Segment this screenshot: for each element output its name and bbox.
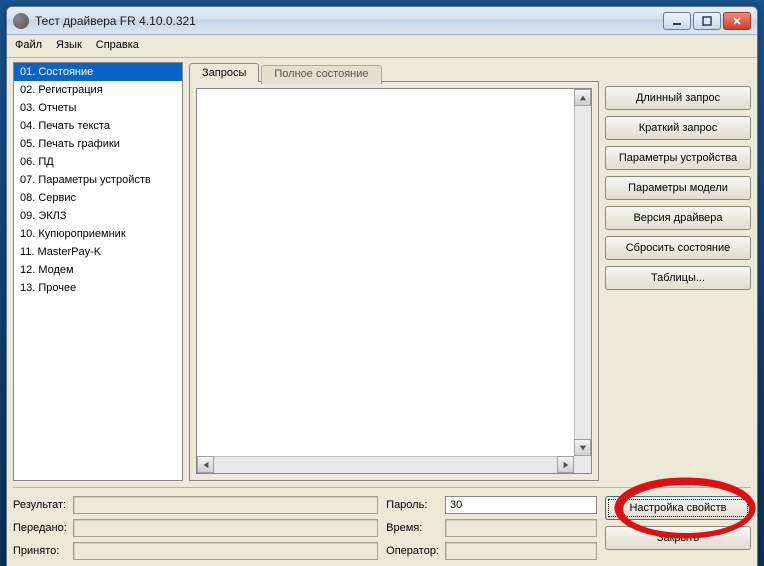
maximize-button[interactable] xyxy=(693,12,721,30)
close-app-button[interactable]: Закрыть xyxy=(605,526,751,550)
password-label: Пароль: xyxy=(386,499,439,511)
driver-version-button[interactable]: Версия драйвера xyxy=(605,206,751,230)
window-controls xyxy=(663,12,751,30)
list-item[interactable]: 12. Модем xyxy=(14,261,182,279)
time-label: Время: xyxy=(386,522,439,534)
horizontal-scrollbar[interactable] xyxy=(197,456,574,473)
menu-help[interactable]: Справка xyxy=(96,39,139,51)
titlebar[interactable]: Тест драйвера FR 4.10.0.321 xyxy=(7,7,757,35)
vertical-scrollbar[interactable] xyxy=(574,89,591,456)
app-window: Тест драйвера FR 4.10.0.321 Файл Язык Сп… xyxy=(6,6,758,566)
received-label: Принято: xyxy=(13,545,67,557)
output-textarea[interactable] xyxy=(196,88,592,474)
list-item[interactable]: 13. Прочее xyxy=(14,279,182,297)
category-list[interactable]: 01. Состояние02. Регистрация03. Отчеты04… xyxy=(13,62,183,481)
tables-button[interactable]: Таблицы... xyxy=(605,266,751,290)
list-item[interactable]: 08. Сервис xyxy=(14,189,182,207)
password-input[interactable] xyxy=(445,496,597,514)
footer-middle: Пароль: Время: Оператор: xyxy=(386,496,597,560)
list-item[interactable]: 10. Купюроприемник xyxy=(14,225,182,243)
scroll-up-icon[interactable] xyxy=(574,89,591,106)
device-params-button[interactable]: Параметры устройства xyxy=(605,146,751,170)
model-params-button[interactable]: Параметры модели xyxy=(605,176,751,200)
tab-content xyxy=(189,81,599,481)
tab-requests[interactable]: Запросы xyxy=(189,63,259,82)
client-area: 01. Состояние02. Регистрация03. Отчеты04… xyxy=(7,58,757,566)
list-item[interactable]: 06. ПД xyxy=(14,153,182,171)
menu-file[interactable]: Файл xyxy=(15,39,42,51)
action-buttons: Длинный запрос Краткий запрос Параметры … xyxy=(605,62,751,481)
sent-label: Передано: xyxy=(13,522,67,534)
close-button[interactable] xyxy=(723,12,751,30)
scroll-corner xyxy=(574,456,591,473)
sent-field xyxy=(73,519,378,537)
menu-language[interactable]: Язык xyxy=(56,39,82,51)
scroll-down-icon[interactable] xyxy=(574,439,591,456)
reset-state-button[interactable]: Сбросить состояние xyxy=(605,236,751,260)
scroll-left-icon[interactable] xyxy=(197,456,214,473)
time-field xyxy=(445,519,597,537)
tab-full-state[interactable]: Полное состояние xyxy=(261,65,381,84)
result-field xyxy=(73,496,378,514)
list-item[interactable]: 05. Печать графики xyxy=(14,135,182,153)
result-label: Результат: xyxy=(13,499,67,511)
tab-strip: Запросы Полное состояние xyxy=(189,63,599,82)
scroll-right-icon[interactable] xyxy=(557,456,574,473)
footer-panel: Результат: Передано: Принято: Пароль: Вр… xyxy=(13,487,751,560)
long-request-button[interactable]: Длинный запрос xyxy=(605,86,751,110)
operator-label: Оператор: xyxy=(386,545,439,557)
list-item[interactable]: 09. ЭКЛЗ xyxy=(14,207,182,225)
list-item[interactable]: 01. Состояние xyxy=(14,63,182,81)
footer-right: Настройка свойств Закрыть xyxy=(605,496,751,560)
window-title: Тест драйвера FR 4.10.0.321 xyxy=(35,14,663,28)
center-panel: Запросы Полное состояние xyxy=(189,62,599,481)
list-item[interactable]: 03. Отчеты xyxy=(14,99,182,117)
list-item[interactable]: 11. MasterPay-K xyxy=(14,243,182,261)
short-request-button[interactable]: Краткий запрос xyxy=(605,116,751,140)
upper-panel: 01. Состояние02. Регистрация03. Отчеты04… xyxy=(13,62,751,481)
list-item[interactable]: 02. Регистрация xyxy=(14,81,182,99)
footer-left: Результат: Передано: Принято: xyxy=(13,496,378,560)
menubar: Файл Язык Справка xyxy=(7,35,757,58)
list-item[interactable]: 07. Параметры устройств xyxy=(14,171,182,189)
received-field xyxy=(73,542,378,560)
operator-field xyxy=(445,542,597,560)
properties-button[interactable]: Настройка свойств xyxy=(605,496,751,520)
app-icon xyxy=(13,13,29,29)
minimize-button[interactable] xyxy=(663,12,691,30)
list-item[interactable]: 04. Печать текста xyxy=(14,117,182,135)
